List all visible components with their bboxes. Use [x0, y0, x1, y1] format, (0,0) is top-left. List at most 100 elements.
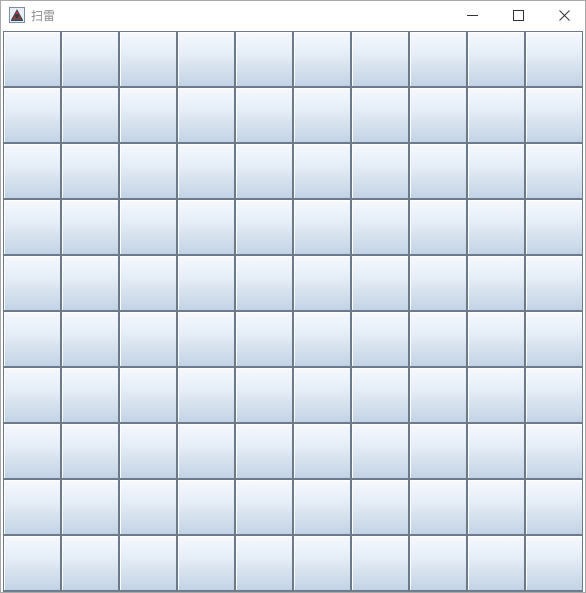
mine-cell[interactable]: [467, 535, 525, 591]
mine-cell[interactable]: [3, 143, 61, 199]
mine-cell[interactable]: [351, 199, 409, 255]
mine-cell[interactable]: [525, 199, 583, 255]
mine-cell[interactable]: [467, 479, 525, 535]
mine-cell[interactable]: [409, 143, 467, 199]
maximize-button[interactable]: [495, 1, 541, 30]
mine-cell[interactable]: [525, 535, 583, 591]
mine-cell[interactable]: [525, 31, 583, 87]
mine-cell[interactable]: [293, 535, 351, 591]
mine-cell[interactable]: [3, 535, 61, 591]
mine-cell[interactable]: [293, 423, 351, 479]
mine-cell[interactable]: [177, 479, 235, 535]
mine-cell[interactable]: [235, 143, 293, 199]
mine-cell[interactable]: [61, 87, 119, 143]
mine-cell[interactable]: [235, 31, 293, 87]
mine-cell[interactable]: [61, 311, 119, 367]
mine-cell[interactable]: [293, 255, 351, 311]
mine-cell[interactable]: [409, 255, 467, 311]
mine-cell[interactable]: [467, 367, 525, 423]
mine-cell[interactable]: [351, 87, 409, 143]
mine-cell[interactable]: [61, 367, 119, 423]
mine-cell[interactable]: [119, 255, 177, 311]
mine-cell[interactable]: [61, 255, 119, 311]
mine-cell[interactable]: [119, 31, 177, 87]
minimize-button[interactable]: [449, 1, 495, 30]
mine-cell[interactable]: [293, 31, 351, 87]
mine-cell[interactable]: [119, 143, 177, 199]
mine-cell[interactable]: [525, 143, 583, 199]
mine-cell[interactable]: [467, 199, 525, 255]
mine-cell[interactable]: [235, 199, 293, 255]
mine-cell[interactable]: [351, 367, 409, 423]
mine-cell[interactable]: [119, 423, 177, 479]
mine-cell[interactable]: [467, 143, 525, 199]
mine-cell[interactable]: [3, 423, 61, 479]
mine-cell[interactable]: [293, 199, 351, 255]
mine-cell[interactable]: [177, 143, 235, 199]
mine-cell[interactable]: [235, 367, 293, 423]
mine-cell[interactable]: [351, 423, 409, 479]
mine-cell[interactable]: [409, 367, 467, 423]
mine-cell[interactable]: [351, 535, 409, 591]
mine-cell[interactable]: [525, 423, 583, 479]
close-button[interactable]: [541, 1, 586, 30]
mine-cell[interactable]: [119, 367, 177, 423]
mine-cell[interactable]: [351, 479, 409, 535]
mine-cell[interactable]: [3, 199, 61, 255]
mine-cell[interactable]: [3, 311, 61, 367]
mine-cell[interactable]: [119, 479, 177, 535]
mine-cell[interactable]: [177, 31, 235, 87]
mine-cell[interactable]: [61, 199, 119, 255]
mine-cell[interactable]: [409, 31, 467, 87]
mine-cell[interactable]: [409, 311, 467, 367]
title-bar[interactable]: 扫雷: [1, 1, 585, 30]
mine-cell[interactable]: [61, 143, 119, 199]
mine-cell[interactable]: [409, 423, 467, 479]
mine-cell[interactable]: [467, 311, 525, 367]
mine-cell[interactable]: [235, 87, 293, 143]
mine-cell[interactable]: [235, 311, 293, 367]
mine-cell[interactable]: [409, 479, 467, 535]
mine-cell[interactable]: [293, 87, 351, 143]
mine-cell[interactable]: [467, 423, 525, 479]
mine-cell[interactable]: [351, 311, 409, 367]
mine-cell[interactable]: [293, 311, 351, 367]
mine-cell[interactable]: [525, 367, 583, 423]
mine-cell[interactable]: [409, 535, 467, 591]
mine-cell[interactable]: [293, 143, 351, 199]
mine-cell[interactable]: [61, 535, 119, 591]
mine-cell[interactable]: [467, 87, 525, 143]
mine-cell[interactable]: [177, 311, 235, 367]
mine-cell[interactable]: [235, 255, 293, 311]
mine-cell[interactable]: [409, 199, 467, 255]
mine-cell[interactable]: [119, 87, 177, 143]
mine-cell[interactable]: [351, 143, 409, 199]
mine-cell[interactable]: [119, 311, 177, 367]
mine-cell[interactable]: [3, 31, 61, 87]
mine-cell[interactable]: [525, 311, 583, 367]
mine-cell[interactable]: [525, 87, 583, 143]
mine-cell[interactable]: [293, 367, 351, 423]
mine-cell[interactable]: [3, 255, 61, 311]
mine-cell[interactable]: [177, 367, 235, 423]
mine-cell[interactable]: [235, 423, 293, 479]
mine-cell[interactable]: [119, 535, 177, 591]
mine-cell[interactable]: [119, 199, 177, 255]
mine-cell[interactable]: [177, 535, 235, 591]
mine-cell[interactable]: [351, 31, 409, 87]
mine-cell[interactable]: [293, 479, 351, 535]
mine-cell[interactable]: [525, 255, 583, 311]
mine-cell[interactable]: [177, 423, 235, 479]
mine-cell[interactable]: [61, 423, 119, 479]
mine-cell[interactable]: [61, 479, 119, 535]
mine-cell[interactable]: [3, 87, 61, 143]
mine-cell[interactable]: [177, 255, 235, 311]
mine-cell[interactable]: [177, 199, 235, 255]
mine-cell[interactable]: [467, 255, 525, 311]
mine-cell[interactable]: [3, 367, 61, 423]
mine-cell[interactable]: [409, 87, 467, 143]
mine-cell[interactable]: [235, 535, 293, 591]
mine-cell[interactable]: [61, 31, 119, 87]
mine-cell[interactable]: [351, 255, 409, 311]
mine-cell[interactable]: [3, 479, 61, 535]
